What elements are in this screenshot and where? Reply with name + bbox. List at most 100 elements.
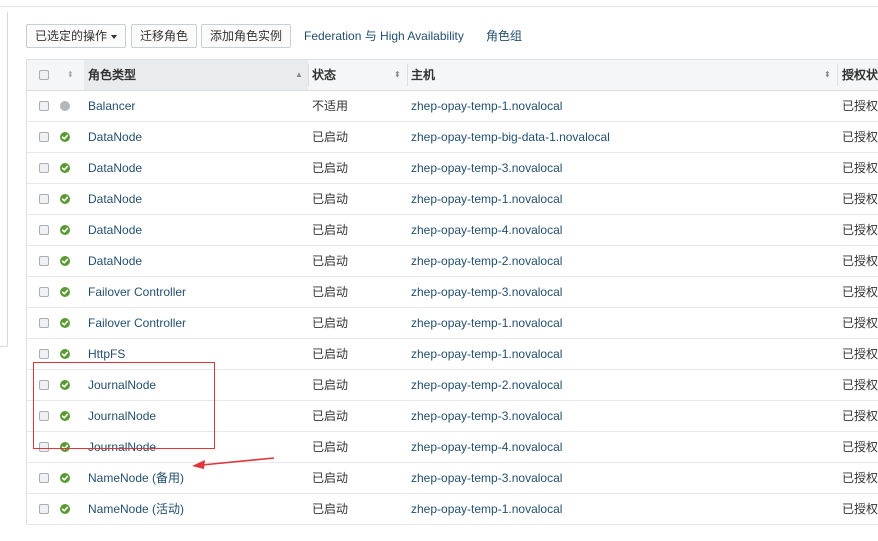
caret-down-icon — [111, 34, 118, 39]
host-link[interactable]: zhep-opay-temp-4.novalocal — [411, 432, 562, 462]
host-link[interactable]: zhep-opay-temp-big-data-1.novalocal — [411, 122, 610, 152]
row-checkbox[interactable] — [39, 132, 49, 142]
check-circle-icon — [60, 287, 70, 297]
host-link[interactable]: zhep-opay-temp-2.novalocal — [411, 370, 562, 400]
authorization-status: 已授权 — [842, 99, 878, 113]
check-circle-icon — [60, 225, 70, 235]
authorization-status: 已授权 — [842, 130, 878, 144]
role-state: 已启动 — [312, 347, 349, 361]
table-row: Failover Controller 已启动 zhep-opay-temp-1.n… — [27, 308, 878, 339]
host-link[interactable]: zhep-opay-temp-1.novalocal — [411, 91, 562, 121]
row-checkbox[interactable] — [39, 473, 49, 483]
table-row: DataNode 已启动 zhep-opay-temp-3.novalocal 已授权 — [27, 153, 878, 184]
authorization-status: 已授权 — [842, 471, 878, 485]
check-circle-icon — [60, 473, 70, 483]
federation-ha-link[interactable]: Federation 与 High Availability — [304, 24, 464, 48]
col-header-state[interactable]: 状态 — [312, 60, 336, 90]
host-link[interactable]: zhep-opay-temp-2.novalocal — [411, 246, 562, 276]
role-state: 已启动 — [312, 316, 349, 330]
host-link[interactable]: zhep-opay-temp-1.novalocal — [411, 494, 562, 524]
role-state: 已启动 — [312, 502, 349, 516]
row-checkbox[interactable] — [39, 101, 49, 111]
sort-arrow-icon[interactable]: ▲ — [295, 60, 303, 90]
check-circle-icon — [60, 349, 70, 359]
check-circle-icon — [60, 504, 70, 514]
host-link[interactable]: zhep-opay-temp-1.novalocal — [411, 308, 562, 338]
table-row: DataNode 已启动 zhep-opay-temp-4.novalocal 已授权 — [27, 215, 878, 246]
left-panel-edge — [0, 12, 8, 347]
migrate-roles-button[interactable]: 迁移角色 — [131, 24, 198, 48]
role-type-link[interactable]: NameNode (备用) — [88, 463, 184, 493]
add-role-instances-button[interactable]: 添加角色实例 — [201, 24, 292, 48]
authorization-status: 已授权 — [842, 347, 878, 361]
host-link[interactable]: zhep-opay-temp-4.novalocal — [411, 215, 562, 245]
row-checkbox[interactable] — [39, 287, 49, 297]
roles-table: ⬍ 角色类型 ▲ 状态 ⬍ 主机 ⬍ 授权状 Balancer 不适用 zhep-o… — [26, 59, 878, 525]
row-checkbox[interactable] — [39, 318, 49, 328]
role-groups-link[interactable]: 角色组 — [486, 24, 522, 48]
role-state: 已启动 — [312, 130, 349, 144]
table-row: DataNode 已启动 zhep-opay-temp-1.novalocal 已授权 — [27, 184, 878, 215]
row-checkbox[interactable] — [39, 163, 49, 173]
column-divider — [837, 64, 838, 86]
table-row: Failover Controller 已启动 zhep-opay-temp-3.n… — [27, 277, 878, 308]
role-type-link[interactable]: Failover Controller — [88, 308, 186, 338]
top-divider — [0, 6, 878, 7]
authorization-status: 已授权 — [842, 192, 878, 206]
row-checkbox[interactable] — [39, 349, 49, 359]
authorization-status: 已授权 — [842, 502, 878, 516]
check-circle-icon — [60, 318, 70, 328]
authorization-status: 已授权 — [842, 285, 878, 299]
role-state: 已启动 — [312, 409, 349, 423]
row-checkbox[interactable] — [39, 504, 49, 514]
table-row: Balancer 不适用 zhep-opay-temp-1.novalocal 已授权 — [27, 91, 878, 122]
check-circle-icon — [60, 132, 70, 142]
host-link[interactable]: zhep-opay-temp-1.novalocal — [411, 339, 562, 369]
row-checkbox[interactable] — [39, 256, 49, 266]
role-state: 已启动 — [312, 378, 349, 392]
select-all-checkbox[interactable] — [39, 70, 49, 80]
column-divider — [308, 64, 309, 86]
role-state: 已启动 — [312, 440, 349, 454]
role-type-link[interactable]: Failover Controller — [88, 277, 186, 307]
host-link[interactable]: zhep-opay-temp-1.novalocal — [411, 184, 562, 214]
row-checkbox[interactable] — [39, 225, 49, 235]
role-type-link[interactable]: DataNode — [88, 153, 142, 183]
annotation-highlight-box — [33, 362, 215, 449]
check-circle-icon — [60, 194, 70, 204]
role-type-link[interactable]: Balancer — [88, 91, 135, 121]
sort-arrow-icon[interactable]: ⬍ — [67, 60, 74, 90]
row-checkbox[interactable] — [39, 194, 49, 204]
host-link[interactable]: zhep-opay-temp-3.novalocal — [411, 153, 562, 183]
annotation-arrow-icon — [192, 457, 275, 469]
role-state: 不适用 — [312, 99, 349, 113]
host-link[interactable]: zhep-opay-temp-3.novalocal — [411, 401, 562, 431]
role-state: 已启动 — [312, 192, 349, 206]
check-circle-icon — [60, 163, 70, 173]
table-row: DataNode 已启动 zhep-opay-temp-big-data-1.nov… — [27, 122, 878, 153]
role-type-link[interactable]: DataNode — [88, 184, 142, 214]
table-row: NameNode (活动) 已启动 zhep-opay-temp-1.novaloc… — [27, 494, 878, 525]
selected-actions-dropdown[interactable]: 已选定的操作 — [26, 24, 127, 48]
sort-arrow-icon[interactable]: ⬍ — [394, 60, 401, 90]
role-type-link[interactable]: NameNode (活动) — [88, 494, 184, 524]
authorization-status: 已授权 — [842, 378, 878, 392]
role-type-link[interactable]: DataNode — [88, 246, 142, 276]
col-header-host[interactable]: 主机 — [411, 60, 435, 90]
authorization-status: 已授权 — [842, 161, 878, 175]
authorization-status: 已授权 — [842, 440, 878, 454]
host-link[interactable]: zhep-opay-temp-3.novalocal — [411, 277, 562, 307]
authorization-status: 已授权 — [842, 223, 878, 237]
col-header-authorization[interactable]: 授权状 — [842, 60, 878, 90]
check-circle-icon — [60, 256, 70, 266]
selected-actions-label: 已选定的操作 — [35, 29, 108, 43]
host-link[interactable]: zhep-opay-temp-3.novalocal — [411, 463, 562, 493]
gray-dot-icon — [60, 101, 70, 111]
sort-arrow-icon[interactable]: ⬍ — [824, 60, 831, 90]
role-state: 已启动 — [312, 285, 349, 299]
role-type-link[interactable]: DataNode — [88, 122, 142, 152]
role-type-link[interactable]: DataNode — [88, 215, 142, 245]
authorization-status: 已授权 — [842, 409, 878, 423]
col-header-role-type[interactable]: 角色类型 — [88, 60, 136, 90]
table-header: ⬍ 角色类型 ▲ 状态 ⬍ 主机 ⬍ 授权状 — [27, 60, 878, 91]
